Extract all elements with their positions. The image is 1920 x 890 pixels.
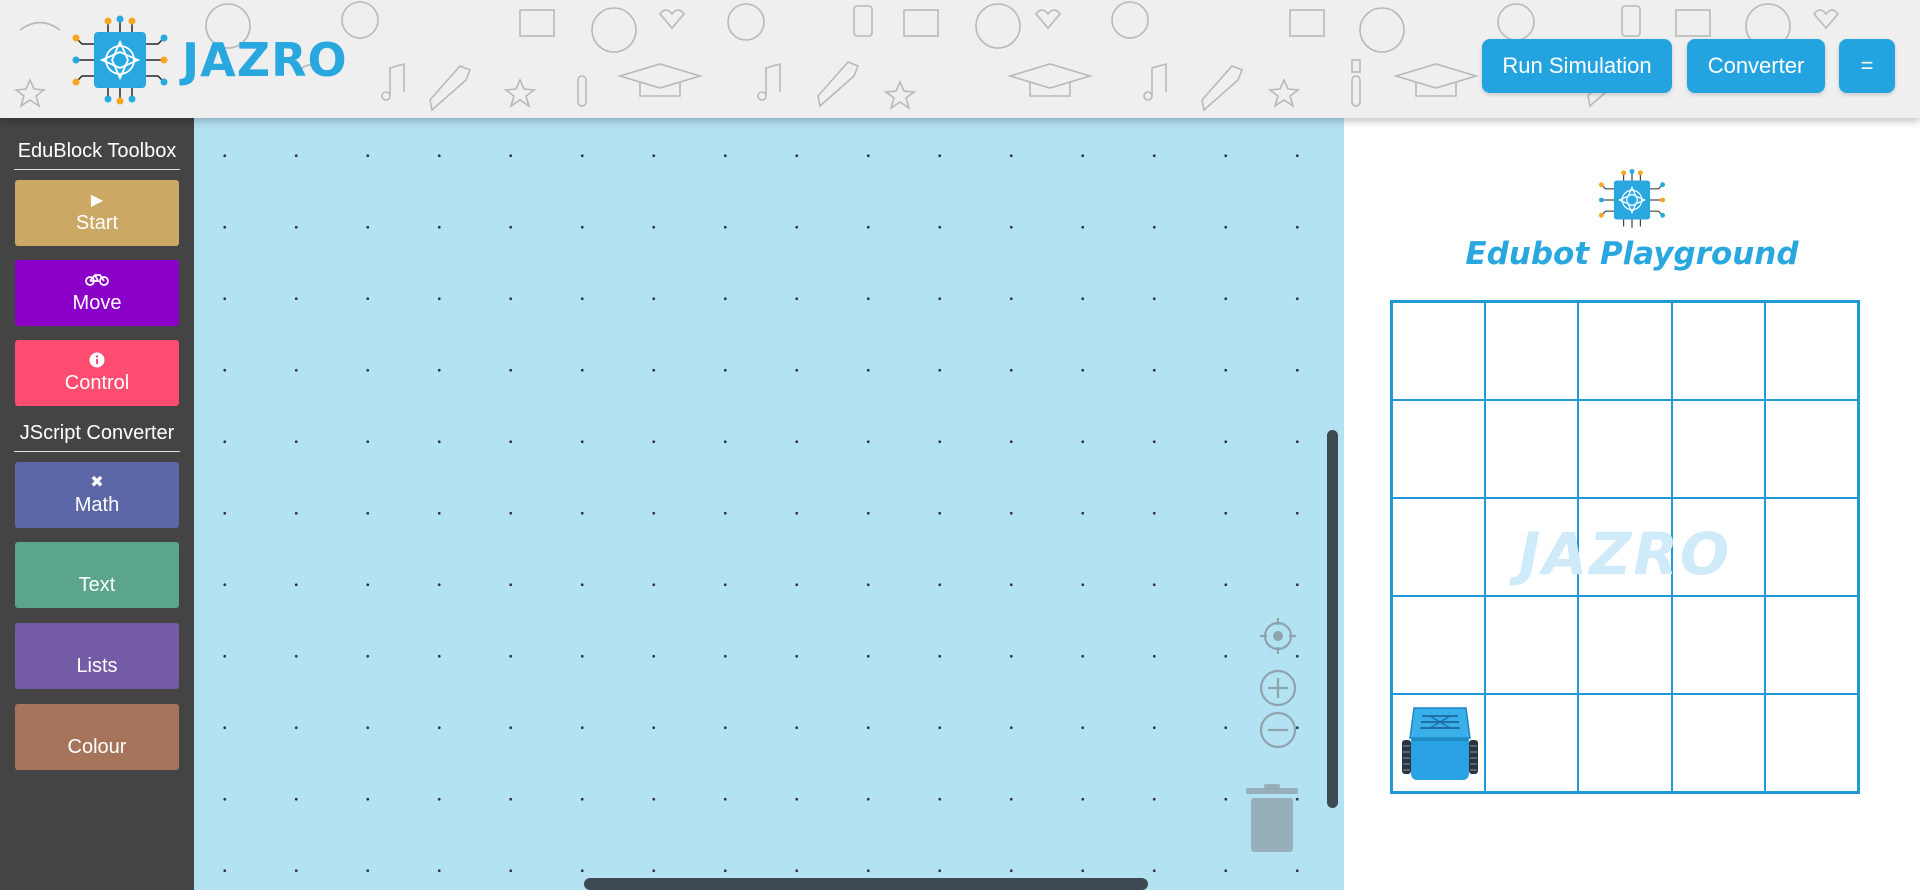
grid-cell-r2-c1 bbox=[1392, 400, 1486, 498]
converter-button[interactable]: Converter bbox=[1687, 39, 1825, 93]
category-label: Start bbox=[75, 211, 119, 234]
grid-cell-r2-c5 bbox=[1764, 400, 1858, 498]
bicycle-icon bbox=[84, 272, 110, 290]
category-colour[interactable]: Colour bbox=[15, 704, 179, 770]
vertical-scrollbar[interactable] bbox=[1327, 430, 1338, 808]
zoom-in-button[interactable] bbox=[1258, 668, 1298, 712]
trash-icon bbox=[1246, 784, 1298, 852]
grid-cell-r5-c2 bbox=[1485, 694, 1579, 792]
zoom-out-button[interactable] bbox=[1258, 710, 1298, 754]
grid-cell-r1-c3 bbox=[1578, 302, 1672, 400]
grid-cell-r3-c4 bbox=[1671, 498, 1765, 596]
plus-icon bbox=[1259, 669, 1297, 707]
brand-logo[interactable]: JAZRO bbox=[66, 10, 348, 110]
robot-icon bbox=[1402, 707, 1478, 780]
block-workspace[interactable] bbox=[194, 118, 1344, 890]
menu-button[interactable]: = bbox=[1839, 39, 1895, 93]
trash-can[interactable] bbox=[1244, 782, 1300, 858]
horizontal-scrollbar[interactable] bbox=[584, 878, 1148, 890]
category-start[interactable]: ▶ Start bbox=[15, 180, 179, 246]
grid-cell-r2-c2 bbox=[1485, 400, 1579, 498]
play-icon: ▶ bbox=[90, 191, 104, 209]
app-header: JAZRO Run Simulation Converter = bbox=[0, 0, 1920, 118]
grid-cell-r1-c4 bbox=[1671, 302, 1765, 400]
edubot-playground: Edubot Playground JAZRO bbox=[1344, 118, 1920, 890]
toolbox-heading-jscript: JScript Converter bbox=[14, 422, 180, 452]
grid-cell-r1-c1 bbox=[1392, 302, 1486, 400]
grid-cell-r5-c3 bbox=[1578, 694, 1672, 792]
category-label: Text bbox=[78, 573, 116, 596]
edublock-toolbox: EduBlock Toolbox ▶ Start Move Control JS… bbox=[0, 118, 194, 890]
grid-cell-r4-c3 bbox=[1578, 596, 1672, 694]
grid-cell-r1-c5 bbox=[1764, 302, 1858, 400]
category-label: Lists bbox=[76, 654, 118, 677]
toolbox-heading-edublock: EduBlock Toolbox bbox=[14, 140, 180, 170]
category-lists[interactable]: Lists bbox=[15, 623, 179, 689]
grid-cell-r4-c1 bbox=[1392, 596, 1486, 694]
playground-grid: JAZRO bbox=[1390, 300, 1860, 794]
grid-cell-r5-c5 bbox=[1764, 694, 1858, 792]
grid-cell-r3-c5 bbox=[1764, 498, 1858, 596]
grid-cell-r1-c2 bbox=[1485, 302, 1579, 400]
grid-cell-r3-c3 bbox=[1578, 498, 1672, 596]
target-icon bbox=[1260, 618, 1296, 654]
category-control[interactable]: Control bbox=[15, 340, 179, 406]
times-icon: ✖ bbox=[90, 473, 104, 491]
chip-logo-icon bbox=[72, 15, 168, 105]
grid-cell-r5-c4 bbox=[1671, 694, 1765, 792]
grid-cell-r4-c4 bbox=[1671, 596, 1765, 694]
run-simulation-button[interactable]: Run Simulation bbox=[1482, 39, 1672, 93]
category-label: Move bbox=[72, 291, 122, 314]
grid-cell-r2-c3 bbox=[1578, 400, 1672, 498]
info-icon bbox=[89, 352, 105, 370]
grid-cell-r3-c2 bbox=[1485, 498, 1579, 596]
grid-cell-r4-c5 bbox=[1764, 596, 1858, 694]
edubot-robot[interactable] bbox=[1400, 704, 1480, 788]
chip-logo-icon bbox=[1598, 169, 1666, 228]
grid-cell-r2-c4 bbox=[1671, 400, 1765, 498]
playground-title: Edubot Playground bbox=[1465, 236, 1799, 272]
category-math[interactable]: ✖ Math bbox=[15, 462, 179, 528]
recenter-button[interactable] bbox=[1258, 616, 1298, 660]
category-text[interactable]: Text bbox=[15, 542, 179, 608]
category-label: Colour bbox=[67, 735, 127, 758]
category-move[interactable]: Move bbox=[15, 260, 179, 326]
category-label: Control bbox=[64, 371, 130, 394]
grid-cell-r3-c1 bbox=[1392, 498, 1486, 596]
brand-name: JAZRO bbox=[182, 33, 348, 87]
grid-cell-r4-c2 bbox=[1485, 596, 1579, 694]
category-label: Math bbox=[74, 493, 120, 516]
minus-icon bbox=[1259, 711, 1297, 749]
